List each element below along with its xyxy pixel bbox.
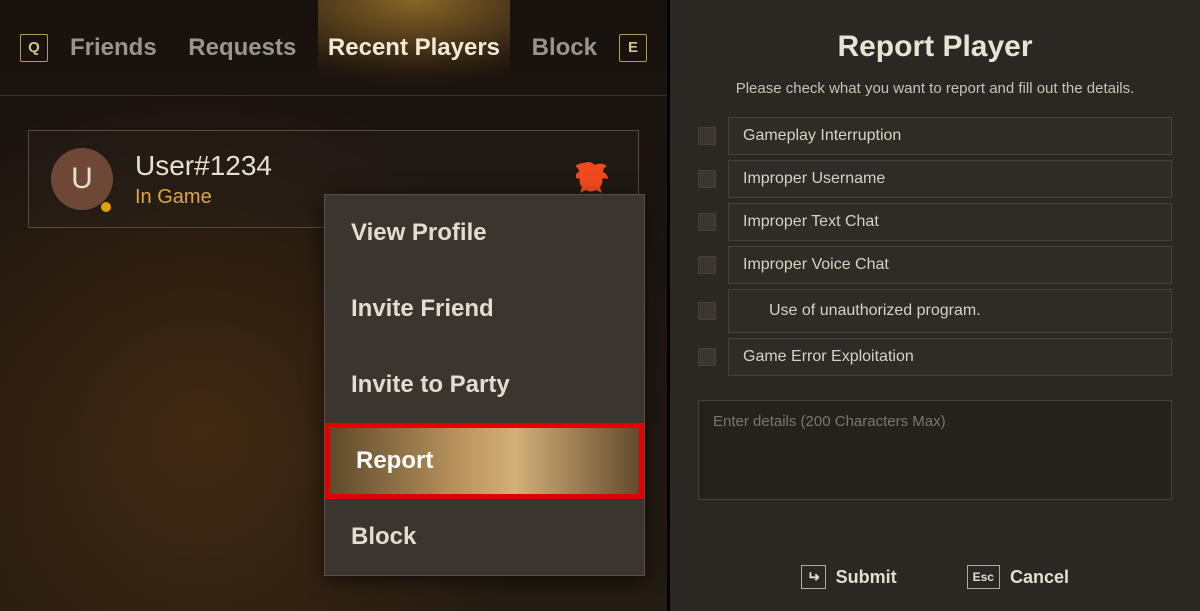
menu-invite-friend[interactable]: Invite Friend	[325, 271, 644, 347]
enter-key-icon	[801, 565, 826, 589]
reason-checkbox[interactable]	[698, 127, 716, 145]
presence-indicator	[101, 202, 111, 212]
reason-row: Use of unauthorized program.	[698, 289, 1172, 333]
reason-checkbox[interactable]	[698, 256, 716, 274]
reason-label[interactable]: Improper Text Chat	[728, 203, 1172, 241]
reason-label[interactable]: Use of unauthorized program.	[728, 289, 1172, 333]
reason-row: Improper Text Chat	[698, 203, 1172, 241]
report-details-input[interactable]	[698, 400, 1172, 500]
tab-block[interactable]: Block	[522, 0, 607, 95]
tabs: Friends Requests Recent Players Block	[48, 0, 619, 95]
tab-bar: Q Friends Requests Recent Players Block …	[0, 0, 667, 96]
reason-row: Gameplay Interruption	[698, 117, 1172, 155]
submit-label: Submit	[836, 567, 897, 588]
reason-checkbox[interactable]	[698, 213, 716, 231]
esc-key-icon: Esc	[967, 565, 1000, 589]
tab-recent-players[interactable]: Recent Players	[318, 0, 510, 95]
menu-invite-to-party[interactable]: Invite to Party	[325, 347, 644, 423]
player-name: User#1234	[135, 150, 554, 182]
submit-button[interactable]: Submit	[801, 565, 897, 589]
reason-label[interactable]: Improper Voice Chat	[728, 246, 1172, 284]
menu-view-profile[interactable]: View Profile	[325, 195, 644, 271]
report-actions: Submit Esc Cancel	[670, 565, 1200, 589]
player-list: U User#1234 In Game View Profile Invite …	[0, 96, 667, 228]
tab-requests[interactable]: Requests	[178, 0, 306, 95]
cancel-label: Cancel	[1010, 567, 1069, 588]
report-player-panel: Report Player Please check what you want…	[670, 0, 1200, 611]
reason-label[interactable]: Improper Username	[728, 160, 1172, 198]
reason-checkbox[interactable]	[698, 302, 716, 320]
menu-block[interactable]: Block	[325, 499, 644, 575]
cancel-button[interactable]: Esc Cancel	[967, 565, 1069, 589]
prev-tab-key[interactable]: Q	[20, 34, 48, 62]
avatar-initial: U	[71, 162, 93, 196]
next-tab-key[interactable]: E	[619, 34, 647, 62]
player-context-menu: View Profile Invite Friend Invite to Par…	[324, 194, 645, 576]
menu-report[interactable]: Report	[325, 423, 644, 499]
report-title: Report Player	[837, 30, 1032, 64]
avatar: U	[51, 148, 113, 210]
reason-row: Improper Username	[698, 160, 1172, 198]
reason-checkbox[interactable]	[698, 348, 716, 366]
social-panel: Q Friends Requests Recent Players Block …	[0, 0, 670, 611]
report-subtitle: Please check what you want to report and…	[736, 80, 1135, 97]
report-reason-list: Gameplay Interruption Improper Username …	[698, 117, 1172, 376]
reason-row: Game Error Exploitation	[698, 338, 1172, 376]
tab-friends[interactable]: Friends	[60, 0, 167, 95]
reason-row: Improper Voice Chat	[698, 246, 1172, 284]
reason-checkbox[interactable]	[698, 170, 716, 188]
reason-label[interactable]: Game Error Exploitation	[728, 338, 1172, 376]
reason-label[interactable]: Gameplay Interruption	[728, 117, 1172, 155]
